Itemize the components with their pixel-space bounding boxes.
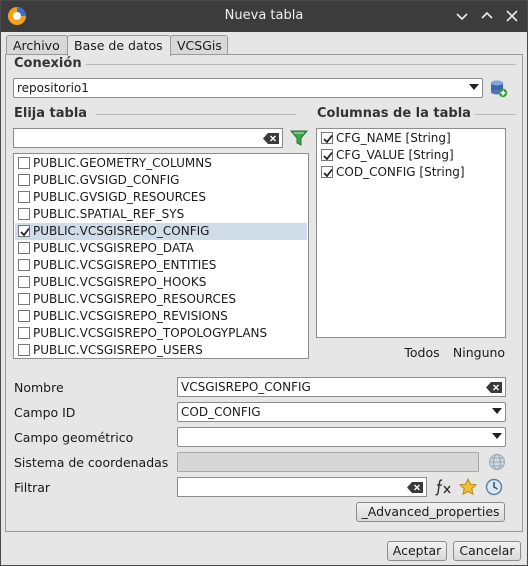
table-row[interactable]: PUBLIC.GEOMETRY_COLUMNS: [15, 155, 307, 172]
clear-icon[interactable]: [263, 133, 279, 144]
id-field-label: Campo ID: [14, 405, 76, 420]
close-icon[interactable]: [503, 7, 521, 25]
geometry-field-label: Campo geométrico: [14, 430, 134, 445]
divider: [86, 64, 516, 65]
checkbox-checked[interactable]: [321, 132, 333, 144]
tab-archivo[interactable]: Archivo: [6, 35, 68, 55]
id-field-value: COD_CONFIG: [181, 405, 261, 419]
history-clock-icon[interactable]: [484, 477, 504, 497]
connection-value: repositorio1: [17, 81, 89, 95]
check-icon: [323, 151, 333, 161]
chevron-down-icon[interactable]: [453, 7, 471, 25]
table-row[interactable]: PUBLIC.VCSGISREPO_HOOKS: [15, 274, 307, 291]
checkbox[interactable]: [18, 344, 30, 356]
select-none-columns-button[interactable]: Ninguno: [451, 343, 507, 363]
database-add-icon[interactable]: [488, 78, 508, 98]
checkbox[interactable]: [18, 242, 30, 254]
globe-icon: [489, 454, 505, 470]
table-row[interactable]: PUBLIC.VCSGISREPO_TOPOLOGYPLANS: [15, 325, 307, 342]
chevron-up-icon[interactable]: [478, 7, 496, 25]
name-input[interactable]: VCSGISREPO_CONFIG: [177, 377, 506, 397]
checkbox[interactable]: [18, 259, 30, 271]
checkbox[interactable]: [18, 157, 30, 169]
table-row[interactable]: PUBLIC.GVSIGD_RESOURCES: [15, 189, 307, 206]
columns-label: Columnas de la tabla: [317, 106, 475, 121]
filter-label: Filtrar: [14, 480, 51, 495]
chevron-down-icon: [492, 433, 502, 439]
expression-fx-icon[interactable]: [433, 477, 453, 497]
filter-expression-input[interactable]: [177, 477, 427, 497]
cancel-button[interactable]: Cancelar: [453, 541, 521, 561]
table-row-selected[interactable]: PUBLIC.VCSGISREPO_CONFIG: [15, 223, 307, 240]
checkbox[interactable]: [18, 276, 30, 288]
tab-panel: Conexión repositorio1 Elija tabla PUBLIC…: [5, 54, 523, 532]
advanced-properties-button[interactable]: _Advanced_properties: [356, 502, 505, 522]
checkbox[interactable]: [18, 191, 30, 203]
chevron-down-icon: [492, 408, 502, 414]
table-list[interactable]: PUBLIC.GEOMETRY_COLUMNS PUBLIC.GVSIGD_CO…: [13, 153, 309, 359]
accept-button[interactable]: Aceptar: [387, 541, 447, 561]
table-filter-input[interactable]: [13, 128, 283, 148]
divider: [96, 114, 296, 115]
checkbox-checked[interactable]: [321, 166, 333, 178]
star-bookmark-icon[interactable]: [458, 477, 478, 497]
column-list[interactable]: CFG_NAME [String] CFG_VALUE [String] COD…: [316, 128, 506, 338]
check-icon: [323, 134, 333, 144]
check-icon: [20, 227, 30, 237]
name-value: VCSGISREPO_CONFIG: [181, 380, 311, 394]
column-row[interactable]: COD_CONFIG [String]: [318, 164, 504, 181]
select-all-columns-button[interactable]: Todos: [400, 343, 444, 363]
divider: [468, 114, 516, 115]
table-row[interactable]: PUBLIC.VCSGISREPO_USERS: [15, 342, 307, 358]
checkbox-checked[interactable]: [18, 225, 30, 237]
column-row[interactable]: CFG_NAME [String]: [318, 130, 504, 147]
table-row[interactable]: PUBLIC.VCSGISREPO_ENTITIES: [15, 257, 307, 274]
filter-icon[interactable]: [289, 128, 309, 148]
table-row[interactable]: PUBLIC.SPATIAL_REF_SYS: [15, 206, 307, 223]
checkbox[interactable]: [18, 208, 30, 220]
tab-vcsgis[interactable]: VCSGis: [170, 35, 228, 55]
geometry-field-select[interactable]: [177, 427, 506, 447]
checkbox[interactable]: [18, 327, 30, 339]
titlebar: Nueva tabla: [1, 1, 527, 32]
checkbox-checked[interactable]: [321, 149, 333, 161]
table-row[interactable]: PUBLIC.VCSGISREPO_DATA: [15, 240, 307, 257]
table-row[interactable]: PUBLIC.VCSGISREPO_REVISIONS: [15, 308, 307, 325]
checkbox[interactable]: [18, 293, 30, 305]
crs-label: Sistema de coordenadas: [14, 455, 169, 470]
tab-base-de-datos[interactable]: Base de datos: [67, 35, 171, 56]
tables-label: Elija tabla: [14, 106, 92, 121]
column-row[interactable]: CFG_VALUE [String]: [318, 147, 504, 164]
crs-input: [177, 452, 479, 472]
table-row[interactable]: PUBLIC.GVSIGD_CONFIG: [15, 172, 307, 189]
check-icon: [323, 168, 333, 178]
table-row[interactable]: PUBLIC.VCSGISREPO_RESOURCES: [15, 291, 307, 308]
name-label: Nombre: [14, 380, 64, 395]
clear-icon[interactable]: [486, 382, 502, 393]
chevron-down-icon: [469, 84, 479, 90]
window-title: Nueva tabla: [224, 8, 304, 23]
dialog-window: Nueva tabla Archivo Base de datos VCSGis…: [0, 0, 528, 566]
clear-icon[interactable]: [407, 482, 423, 493]
connection-select[interactable]: repositorio1: [13, 78, 483, 98]
checkbox[interactable]: [18, 174, 30, 186]
connection-label: Conexión: [14, 56, 86, 71]
checkbox[interactable]: [18, 310, 30, 322]
id-field-select[interactable]: COD_CONFIG: [177, 402, 506, 422]
